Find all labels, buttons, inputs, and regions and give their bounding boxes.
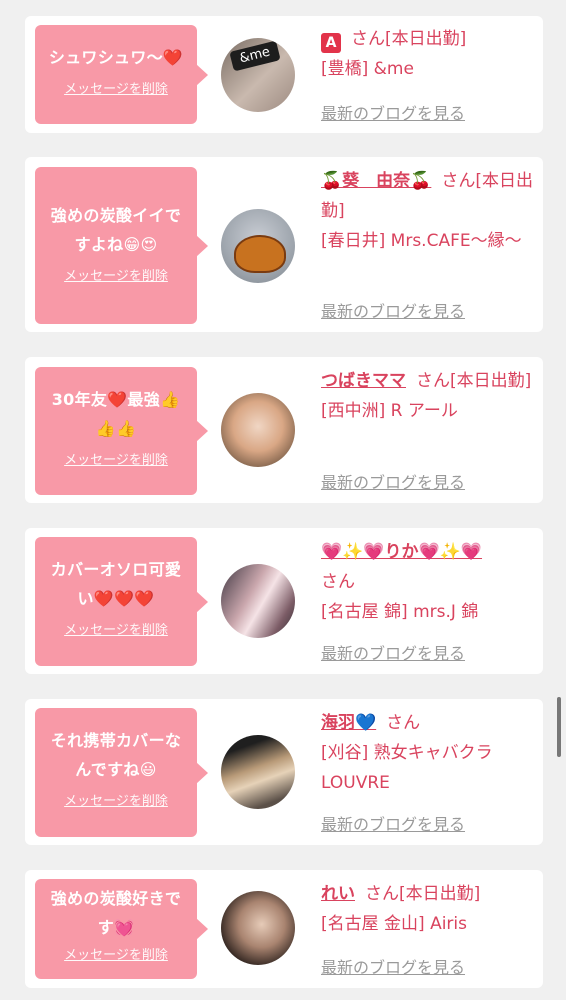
- message-text: 30年友❤️最強👍👍👍: [51, 390, 181, 438]
- status-text: [本日出勤]: [385, 29, 467, 49]
- san-label: さん: [365, 884, 399, 904]
- message-text: シュワシュワ〜❤️: [48, 48, 184, 67]
- avatar[interactable]: [221, 891, 295, 965]
- scrollbar[interactable]: [557, 697, 561, 757]
- message-text: それ携帯カバーなんですね😃: [50, 731, 182, 779]
- status-text: [本日出勤]: [450, 371, 532, 391]
- blog-link[interactable]: 最新のブログを見る: [321, 811, 465, 835]
- profile-info: A さん[本日出勤] [豊橋] &me: [321, 24, 535, 84]
- delete-message-link[interactable]: メッセージを削除: [43, 449, 189, 468]
- message-card: カバーオソロ可愛い❤️❤️❤️ メッセージを削除 💗✨💗りか💗✨💗 さん [名古…: [25, 528, 543, 674]
- shop-text[interactable]: [刈谷] 熟女キャバクラ LOUVRE: [321, 743, 493, 793]
- profile-info: 🍒葵 由奈🍒 さん[本日出勤] [春日井] Mrs.CAFE〜縁〜: [321, 166, 535, 256]
- shop-text[interactable]: [名古屋 金山] Airis: [321, 914, 467, 934]
- girl-name-link[interactable]: れい: [321, 884, 355, 904]
- blog-link[interactable]: 最新のブログを見る: [321, 100, 465, 124]
- avatar[interactable]: [221, 393, 295, 467]
- delete-message-link[interactable]: メッセージを削除: [43, 619, 189, 638]
- avatar-pie-icon: [234, 235, 286, 273]
- profile-info: 💗✨💗りか💗✨💗 さん [名古屋 錦] mrs.J 錦: [321, 537, 535, 627]
- shop-text[interactable]: [西中洲] R アール: [321, 401, 458, 421]
- shop-text[interactable]: [豊橋] &me: [321, 59, 414, 79]
- status-text: [本日出勤]: [399, 884, 481, 904]
- message-text: 強めの炭酸イイですよね😁😍: [50, 206, 182, 254]
- san-label: さん: [321, 572, 355, 592]
- avatar[interactable]: [221, 209, 295, 283]
- message-bubble: 強めの炭酸イイですよね😁😍 メッセージを削除: [35, 167, 208, 324]
- message-card: シュワシュワ〜❤️ メッセージを削除 &me A さん[本日出勤] [豊橋] &m…: [25, 16, 543, 133]
- avatar[interactable]: [221, 564, 295, 638]
- girl-name-link[interactable]: 🍒葵 由奈🍒: [321, 171, 431, 191]
- message-bubble: カバーオソロ可愛い❤️❤️❤️ メッセージを削除: [35, 537, 208, 666]
- name-icon-a: A: [321, 33, 341, 53]
- avatar[interactable]: [221, 735, 295, 809]
- girl-name-link[interactable]: 💗✨💗りか💗✨💗: [321, 542, 482, 562]
- san-label: さん: [441, 171, 476, 191]
- message-bubble: 30年友❤️最強👍👍👍 メッセージを削除: [35, 367, 208, 495]
- message-bubble: シュワシュワ〜❤️ メッセージを削除: [35, 25, 208, 124]
- blog-link[interactable]: 最新のブログを見る: [321, 640, 465, 664]
- delete-message-link[interactable]: メッセージを削除: [43, 265, 189, 284]
- message-text: 強めの炭酸好きです💓: [50, 889, 182, 937]
- avatar[interactable]: &me: [221, 38, 295, 112]
- delete-message-link[interactable]: メッセージを削除: [43, 790, 189, 809]
- shop-text[interactable]: [名古屋 錦] mrs.J 錦: [321, 602, 478, 622]
- message-text: カバーオソロ可愛い❤️❤️❤️: [50, 560, 182, 608]
- profile-info: つばきママ さん[本日出勤] [西中洲] R アール: [321, 366, 535, 426]
- message-bubble: 強めの炭酸好きです💓 メッセージを削除: [35, 879, 208, 979]
- san-label: さん: [386, 713, 421, 733]
- blog-link[interactable]: 最新のブログを見る: [321, 954, 465, 978]
- blog-link[interactable]: 最新のブログを見る: [321, 298, 465, 322]
- message-card: 強めの炭酸好きです💓 メッセージを削除 れい さん[本日出勤] [名古屋 金山] …: [25, 870, 543, 988]
- san-label: さん: [351, 29, 385, 49]
- message-card: それ携帯カバーなんですね😃 メッセージを削除 海羽💙 さん [刈谷] 熟女キャバク…: [25, 699, 543, 845]
- shop-text[interactable]: [春日井] Mrs.CAFE〜縁〜: [321, 231, 522, 251]
- message-card: 強めの炭酸イイですよね😁😍 メッセージを削除 🍒葵 由奈🍒 さん[本日出勤] [春…: [25, 157, 543, 332]
- profile-info: 海羽💙 さん [刈谷] 熟女キャバクラ LOUVRE: [321, 708, 535, 798]
- message-bubble: それ携帯カバーなんですね😃 メッセージを削除: [35, 708, 208, 837]
- message-card: 30年友❤️最強👍👍👍 メッセージを削除 つばきママ さん[本日出勤] [西中洲]…: [25, 357, 543, 503]
- delete-message-link[interactable]: メッセージを削除: [43, 78, 189, 97]
- san-label: さん: [416, 371, 450, 391]
- profile-info: れい さん[本日出勤] [名古屋 金山] Airis: [321, 879, 535, 939]
- girl-name-link[interactable]: 海羽💙: [321, 713, 376, 733]
- delete-message-link[interactable]: メッセージを削除: [43, 944, 189, 963]
- blog-link[interactable]: 最新のブログを見る: [321, 469, 465, 493]
- girl-name-link[interactable]: つばきママ: [321, 371, 406, 391]
- avatar-badge: &me: [229, 40, 281, 72]
